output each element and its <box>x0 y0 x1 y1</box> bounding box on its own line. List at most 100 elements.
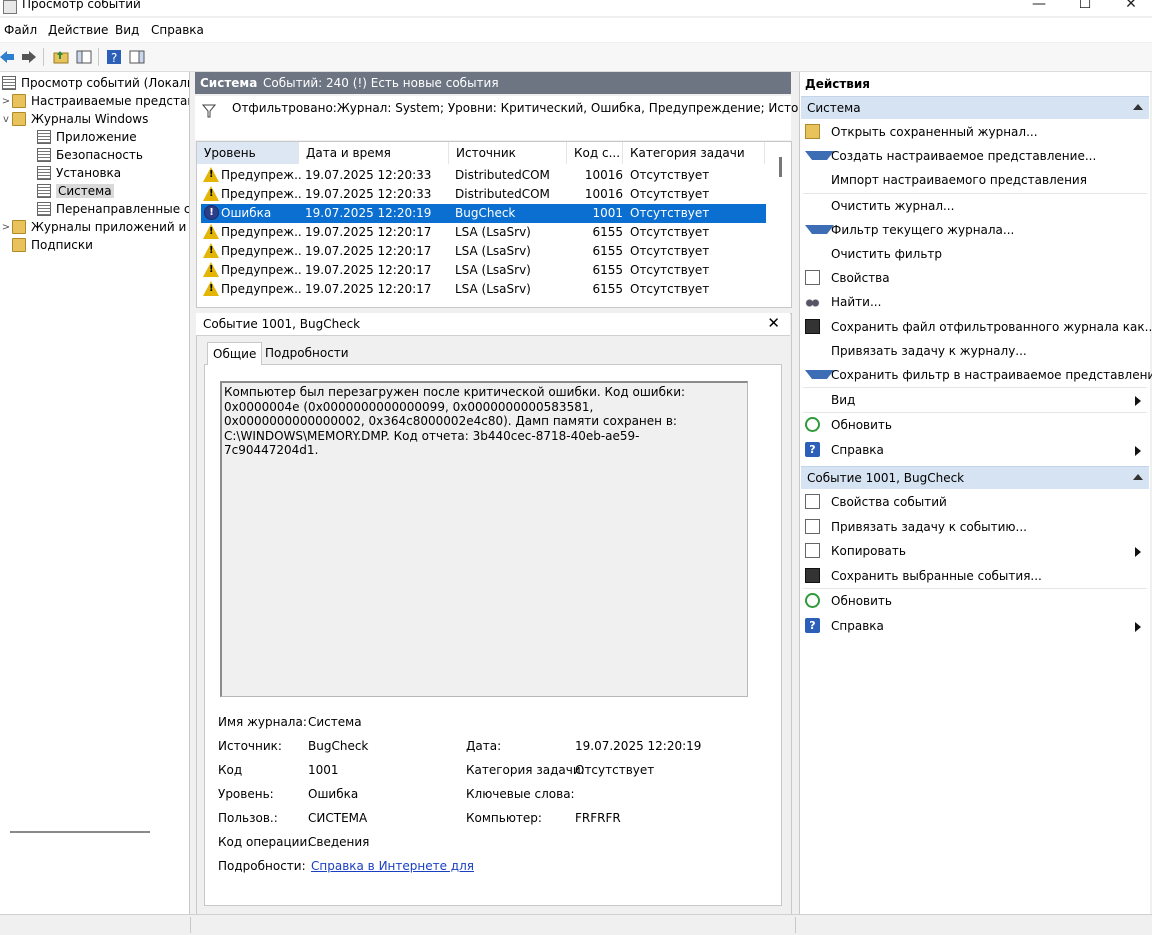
table-row[interactable]: Предупреж... 19.07.2025 12:20:17 LSA (LsaS… <box>201 242 766 261</box>
action-label: Вид <box>831 393 856 408</box>
submenu-arrow-icon <box>1135 445 1141 456</box>
action-item[interactable]: Очистить фильтр <box>803 243 1147 265</box>
properties-icon <box>805 270 820 286</box>
action-item[interactable]: Сохранить файл отфильтрованного журнала … <box>803 316 1152 338</box>
forward-arrow-icon[interactable] <box>19 47 39 67</box>
level-label: Уровень: <box>218 787 274 801</box>
action-label: Фильтр текущего журнала... <box>831 222 1015 237</box>
tree-custom-views[interactable]: > Настраиваемые представления <box>0 92 189 110</box>
svg-text:?: ? <box>111 51 117 65</box>
action-item[interactable]: Найти... <box>803 291 1147 313</box>
table-row[interactable]: Предупреж... 19.07.2025 12:20:17 LSA (LsaS… <box>201 261 766 280</box>
tree-windows-logs[interactable]: v Журналы Windows <box>0 110 148 128</box>
actions-section-system[interactable]: Система <box>801 96 1149 119</box>
column-task-category[interactable]: Категория задачи <box>623 142 765 164</box>
table-row[interactable]: ! Ошибка 19.07.2025 12:20:19 BugCheck 1001 От… <box>201 204 766 223</box>
refresh-icon <box>805 593 820 608</box>
chevron-down-icon[interactable]: v <box>0 114 12 125</box>
table-scrollbar[interactable] <box>779 157 782 177</box>
tree-app-logs[interactable]: > Журналы приложений и служб <box>0 218 189 236</box>
cell-date: 19.07.2025 12:20:17 <box>305 263 432 277</box>
minimize-button[interactable]: — <box>1016 0 1062 14</box>
menu-action[interactable]: Действие <box>48 23 108 37</box>
action-item[interactable]: Обновить <box>803 414 1147 436</box>
action-item[interactable]: Копировать <box>803 540 1147 562</box>
actions-section-event[interactable]: Событие 1001, BugCheck <box>801 466 1149 489</box>
column-level[interactable]: Уровень <box>197 142 299 164</box>
cell-code: 1001 <box>592 206 623 220</box>
cell-code: 6155 <box>592 282 623 296</box>
back-arrow-icon[interactable] <box>0 47 17 67</box>
log-header: Система Событий: 240 (!) Есть новые собы… <box>195 72 791 94</box>
actions-title: Действия <box>805 77 871 91</box>
menu-help[interactable]: Справка <box>151 23 204 37</box>
table-row[interactable]: Предупреж... 19.07.2025 12:20:33 Distribut… <box>201 185 766 204</box>
action-label: Обновить <box>831 594 892 608</box>
action-item[interactable]: Сохранить выбранные события... <box>803 565 1147 587</box>
action-item[interactable]: Обновить <box>803 590 1147 612</box>
tree-horizontal-scrollbar[interactable] <box>10 831 150 833</box>
user-value: СИСТЕМА <box>308 811 368 825</box>
cell-source: DistributedCOM <box>455 168 550 182</box>
menu-view[interactable]: Вид <box>115 23 139 37</box>
warning-icon <box>203 167 219 182</box>
tree-log-setup[interactable]: Установка <box>37 164 121 182</box>
events-table: Уровень Дата и время Источник Код с... К… <box>196 141 792 308</box>
warning-icon <box>203 224 219 239</box>
action-item[interactable]: Привязать задачу к событию... <box>803 516 1147 538</box>
column-source[interactable]: Источник <box>449 142 567 164</box>
cell-source: BugCheck <box>455 206 516 220</box>
status-bar <box>0 914 1152 935</box>
action-item[interactable]: ? Справка <box>803 615 1147 637</box>
category-label: Категория задачи: <box>466 763 585 777</box>
action-item[interactable]: Очистить журнал... <box>803 195 1147 217</box>
action-item[interactable]: ? Справка <box>803 439 1147 461</box>
action-item[interactable]: Импорт настраиваемого представления <box>803 169 1147 191</box>
collapse-icon[interactable] <box>1133 104 1143 110</box>
close-icon[interactable]: ✕ <box>767 314 780 332</box>
event-description-box[interactable]: Компьютер был перезагружен после критиче… <box>220 381 748 697</box>
submenu-arrow-icon <box>1135 396 1141 407</box>
menu-file[interactable]: Файл <box>4 23 37 37</box>
cell-code: 6155 <box>592 263 623 277</box>
tree-subscriptions[interactable]: Подписки <box>12 236 93 254</box>
tree-log-security[interactable]: Безопасность <box>37 146 143 164</box>
date-label: Дата: <box>466 739 502 753</box>
help-icon[interactable]: ? <box>104 47 124 67</box>
chevron-right-icon[interactable]: > <box>0 96 12 107</box>
column-date[interactable]: Дата и время <box>299 142 449 164</box>
tree-log-forwarded[interactable]: Перенаправленные события <box>37 200 189 218</box>
action-item[interactable]: Свойства событий <box>803 491 1147 513</box>
table-row[interactable]: Предупреж... 19.07.2025 12:20:17 LSA (LsaS… <box>201 223 766 242</box>
tab-general[interactable]: Общие <box>207 342 263 365</box>
show-action-pane-icon[interactable] <box>127 47 147 67</box>
action-item[interactable]: Сохранить фильтр в настраиваемое предста… <box>803 364 1152 386</box>
copy-icon <box>805 543 820 558</box>
online-help-link[interactable]: Справка в Интернете для <box>311 859 474 873</box>
chevron-right-icon[interactable]: > <box>0 222 12 233</box>
tree-root[interactable]: Просмотр событий (Локальный) <box>0 74 189 92</box>
cell-category: Отсутствует <box>630 168 710 182</box>
collapse-icon[interactable] <box>1133 474 1143 480</box>
tab-details[interactable]: Подробности <box>260 342 354 364</box>
table-row[interactable]: Предупреж... 19.07.2025 12:20:17 LSA (LsaS… <box>201 280 766 299</box>
folder-icon <box>12 94 26 108</box>
column-event-id[interactable]: Код с... <box>567 142 623 164</box>
close-window-button[interactable]: ✕ <box>1108 0 1152 14</box>
show-hide-tree-icon[interactable] <box>74 47 94 67</box>
tree-log-application[interactable]: Приложение <box>37 128 137 146</box>
action-item[interactable]: Вид <box>803 389 1147 411</box>
action-item[interactable]: Фильтр текущего журнала... <box>803 219 1147 241</box>
tree-log-system[interactable]: Система <box>37 182 114 200</box>
maximize-button[interactable]: ☐ <box>1062 0 1108 14</box>
table-row[interactable]: Предупреж... 19.07.2025 12:20:33 Distribut… <box>201 166 766 185</box>
submenu-arrow-icon <box>1135 621 1141 632</box>
action-item[interactable]: Свойства <box>803 267 1147 289</box>
event-description: Компьютер был перезагружен после критиче… <box>224 385 686 457</box>
cell-level: Предупреж... <box>221 263 301 277</box>
action-item[interactable]: Открыть сохраненный журнал... <box>803 121 1147 143</box>
open-folder-icon[interactable] <box>51 47 71 67</box>
action-item[interactable]: Создать настраиваемое представление... <box>803 145 1147 167</box>
navigation-tree: Просмотр событий (Локальный) > Настраива… <box>0 72 190 914</box>
action-item[interactable]: Привязать задачу к журналу... <box>803 340 1147 362</box>
